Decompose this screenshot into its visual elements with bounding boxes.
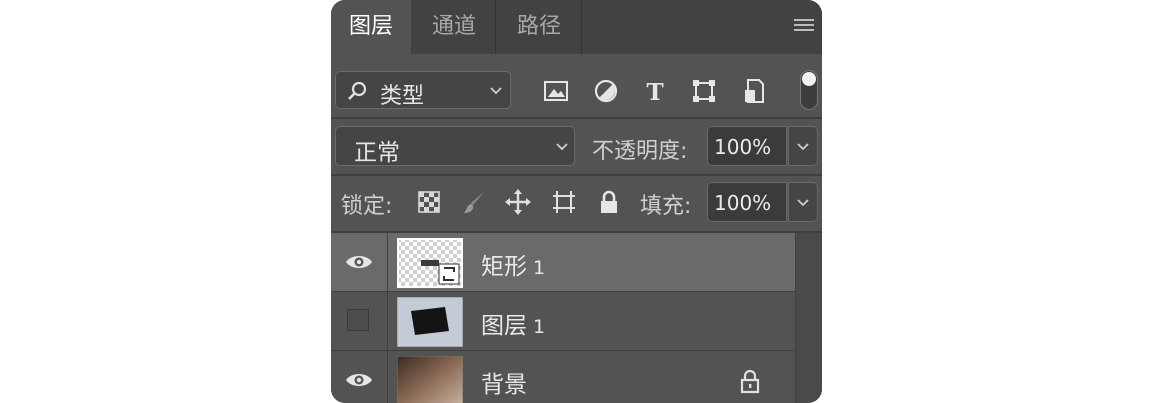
divider [331,174,822,176]
fill-label: 填充: [640,194,692,219]
eye-icon [346,256,372,268]
filter-toggle[interactable] [800,70,818,110]
chevron-down-icon [797,199,809,207]
layer-name[interactable]: 矩形 1 [481,247,545,281]
layer-name[interactable]: 图层 1 [481,306,545,340]
layer-thumbnail [397,238,463,288]
layer-name[interactable]: 背景 [481,365,533,399]
layer-list: 矩形 1 图层 1 背景 [331,233,822,403]
svg-text:T: T [646,79,663,106]
visibility-toggle[interactable] [331,292,388,350]
fill-dropdown-button[interactable] [788,182,818,222]
layer-row[interactable]: 图层 1 [331,292,795,351]
chevron-down-icon [797,143,809,151]
layer-row[interactable]: 背景 [331,351,795,403]
image-filter-icon[interactable] [541,76,571,106]
filter-kind-label: 类型 [380,84,425,109]
text-filter-icon[interactable]: T [640,76,670,106]
visibility-toggle[interactable] [331,233,388,291]
lock-all-icon[interactable] [595,188,623,216]
blend-mode-label: 正常 [354,140,400,166]
lock-image-pixels-icon[interactable] [461,188,489,216]
tab-paths[interactable]: 路径 [497,0,582,54]
layer-thumbnail [397,297,463,347]
fill-value: 100% [714,191,772,215]
lock-icon [740,369,760,394]
tab-layers[interactable]: 图层 [331,0,411,54]
opacity-dropdown-button[interactable] [788,126,818,166]
opacity-input[interactable]: 100% [707,126,787,166]
filter-kind-dropdown[interactable]: 类型 [335,71,511,109]
lock-artboard-icon[interactable] [550,188,578,216]
adjustment-filter-icon[interactable] [591,76,621,106]
panel-menu-icon[interactable] [794,19,814,35]
tab-channels[interactable]: 通道 [413,0,496,54]
search-icon [348,81,367,100]
smart-object-filter-icon[interactable] [739,76,769,106]
blend-mode-dropdown[interactable]: 正常 [335,126,575,166]
opacity-value: 100% [714,135,772,159]
divider [331,117,822,119]
visibility-toggle[interactable] [331,351,388,403]
layer-thumbnail [397,356,463,403]
chevron-down-icon [556,143,568,151]
visibility-off-box [347,309,369,331]
scrollbar[interactable] [795,233,822,403]
chevron-down-icon [490,87,502,95]
panel-tab-bar: 图层 通道 路径 [331,0,822,54]
shape-filter-icon[interactable] [689,76,719,106]
opacity-label: 不透明度: [592,139,688,164]
layers-panel: 图层 通道 路径 类型 T 正常 不透明度: 100% 锁定: 填充: 100%… [331,0,822,403]
lock-transparent-pixels-icon[interactable] [415,188,443,216]
lock-position-icon[interactable] [504,188,532,216]
fill-input[interactable]: 100% [707,182,787,222]
lock-label: 锁定: [341,194,393,219]
layer-row[interactable]: 矩形 1 [331,233,795,292]
eye-icon [346,374,372,386]
